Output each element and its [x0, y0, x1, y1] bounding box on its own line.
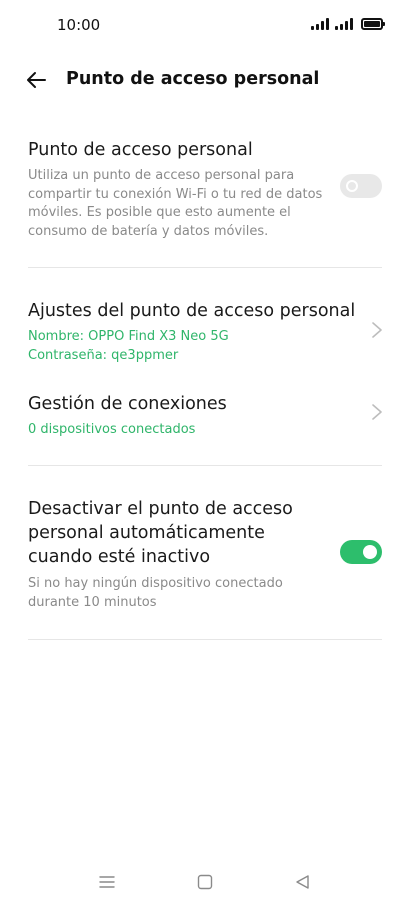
app-header: Punto de acceso personal — [0, 60, 409, 102]
switch-knob — [346, 180, 358, 192]
switch-knob — [363, 545, 377, 559]
hotspot-settings-title: Ajustes del punto de acceso personal — [28, 301, 356, 321]
menu-icon[interactable] — [97, 872, 117, 892]
home-icon[interactable] — [195, 872, 215, 892]
divider — [28, 267, 382, 268]
auto-off-toggle-row[interactable]: Desactivar el punto de acceso personal a… — [28, 497, 324, 612]
hotspot-description: Utiliza un punto de acceso personal para… — [28, 168, 323, 239]
chevron-right-icon — [372, 404, 382, 420]
system-nav-bar — [0, 854, 409, 910]
chevron-right-icon — [372, 322, 382, 338]
connections-item[interactable]: Gestión de conexiones 0 dispositivos con… — [28, 392, 358, 439]
hotspot-switch[interactable] — [340, 174, 382, 198]
auto-off-description: Si no hay ningún dispositivo conectado d… — [28, 576, 283, 610]
back-triangle-icon[interactable] — [293, 872, 313, 892]
hotspot-title: Punto de acceso personal — [28, 140, 253, 160]
connections-count: 0 dispositivos conectados — [28, 422, 196, 437]
page-title: Punto de acceso personal — [66, 69, 320, 89]
divider — [28, 465, 382, 466]
hotspot-name: Nombre: OPPO Find X3 Neo 5G — [28, 329, 229, 344]
signal-icon — [311, 18, 329, 30]
hotspot-settings-item[interactable]: Ajustes del punto de acceso personal Nom… — [28, 299, 358, 365]
auto-off-title: Desactivar el punto de acceso personal a… — [28, 499, 293, 567]
auto-off-switch[interactable] — [340, 540, 382, 564]
battery-icon — [361, 18, 385, 30]
hotspot-password: Contraseña: qe3ppmer — [28, 348, 179, 363]
arrow-left-icon[interactable] — [24, 68, 48, 92]
divider — [28, 639, 382, 640]
hotspot-toggle-row[interactable]: Punto de acceso personal Utiliza un punt… — [28, 138, 328, 241]
status-bar: 10:00 — [0, 0, 409, 50]
status-icons — [311, 18, 385, 30]
status-time: 10:00 — [57, 16, 101, 34]
connections-title: Gestión de conexiones — [28, 394, 227, 414]
signal-icon — [335, 18, 353, 30]
